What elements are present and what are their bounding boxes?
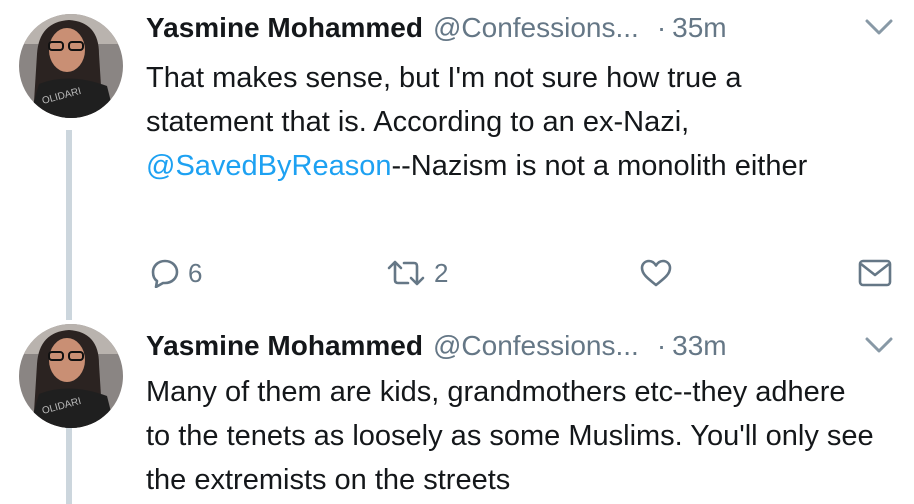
author-name[interactable]: Yasmine Mohammed — [146, 330, 423, 362]
retweet-icon — [386, 258, 426, 288]
chevron-down-icon[interactable] — [864, 16, 894, 38]
message-button[interactable] — [858, 253, 892, 293]
tweet-text: That makes sense, but I'm not sure how t… — [146, 56, 874, 188]
avatar[interactable]: OLIDARI — [19, 324, 123, 428]
mention-link[interactable]: @SavedByReason — [146, 150, 391, 182]
like-icon — [639, 258, 673, 288]
tweet-header: Yasmine Mohammed @Confessions... · 33m — [146, 324, 914, 368]
chevron-down-icon[interactable] — [864, 334, 894, 356]
author-handle[interactable]: @Confessions... — [433, 330, 639, 362]
author-name[interactable]: Yasmine Mohammed — [146, 12, 423, 44]
tweet[interactable]: OLIDARI Yasmine Mohammed @Confessions...… — [0, 6, 914, 306]
tweet-actions: 6 2 — [146, 253, 914, 293]
reply-icon — [150, 258, 180, 288]
retweet-button[interactable]: 2 — [386, 253, 448, 293]
separator-dot: · — [656, 330, 667, 361]
avatar[interactable]: OLIDARI — [19, 14, 123, 118]
reply-button[interactable]: 6 — [150, 253, 202, 293]
timestamp[interactable]: 35m — [672, 12, 726, 44]
tweet-text-part: That makes sense, but I'm not sure how t… — [146, 62, 742, 138]
like-button[interactable] — [639, 253, 673, 293]
tweet-header: Yasmine Mohammed @Confessions... · 35m — [146, 6, 914, 50]
author-handle[interactable]: @Confessions... — [433, 12, 639, 44]
tweet-text-part: --Nazism is not a monolith either — [391, 150, 808, 182]
separator-dot: · — [656, 12, 667, 43]
tweet[interactable]: OLIDARI Yasmine Mohammed @Confessions...… — [0, 324, 914, 504]
message-icon — [858, 258, 892, 288]
timestamp[interactable]: 33m — [672, 330, 726, 362]
tweet-text: Many of them are kids, grandmothers etc-… — [146, 376, 874, 496]
retweet-count: 2 — [434, 257, 449, 288]
reply-count: 6 — [188, 257, 203, 288]
